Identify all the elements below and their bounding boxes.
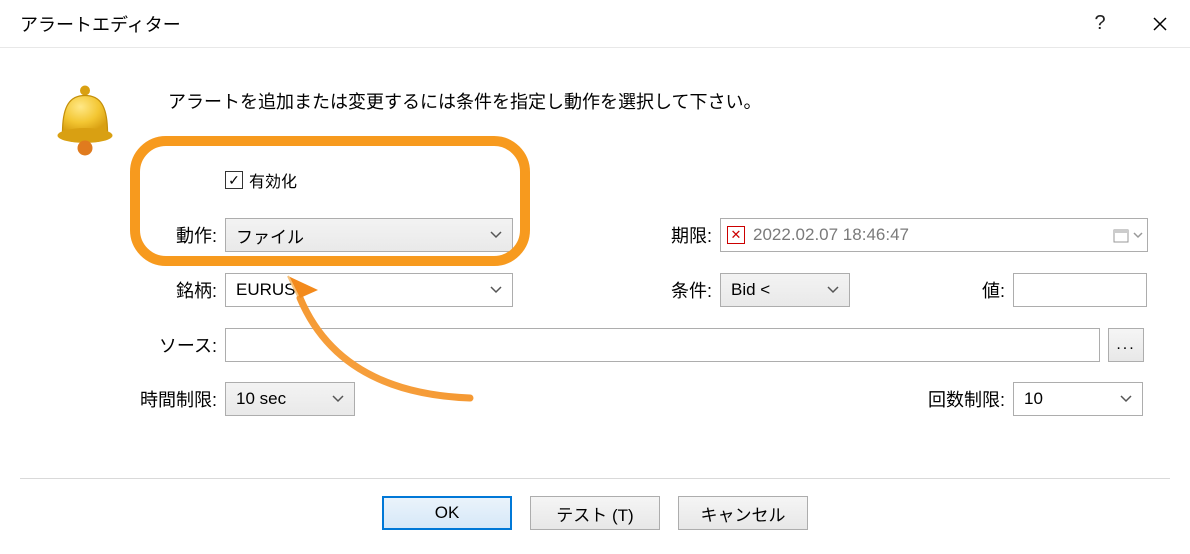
close-icon — [1152, 16, 1168, 32]
action-label: 動作: — [125, 222, 217, 248]
enable-checkbox[interactable]: ✓ — [225, 171, 243, 189]
chevron-down-icon — [490, 231, 502, 239]
chevron-down-icon — [490, 286, 502, 294]
timeout-label: 時間制限: — [105, 386, 217, 412]
titlebar: アラートエディター ? — [0, 0, 1190, 48]
source-label: ソース: — [125, 332, 217, 358]
close-button[interactable] — [1130, 0, 1190, 48]
condition-label: 条件: — [620, 277, 712, 303]
maxiter-label: 回数制限: — [875, 386, 1005, 412]
timeout-value: 10 sec — [236, 389, 286, 409]
window-title: アラートエディター — [20, 11, 1070, 37]
expiry-label: 期限: — [620, 222, 712, 248]
bell-icon — [45, 78, 125, 158]
symbol-value: EURUSD — [236, 280, 308, 300]
browse-button[interactable]: ... — [1108, 328, 1144, 362]
help-button[interactable]: ? — [1070, 0, 1130, 48]
value-label: 値: — [945, 277, 1005, 303]
instruction-text: アラートを追加または変更するには条件を指定し動作を選択して下さい。 — [168, 88, 761, 114]
chevron-down-icon — [1120, 395, 1132, 403]
chevron-down-icon — [332, 395, 344, 403]
action-value: ファイル — [236, 223, 304, 248]
enable-label: 有効化 — [249, 168, 297, 192]
symbol-label: 銘柄: — [125, 277, 217, 303]
symbol-select[interactable]: EURUSD — [225, 273, 513, 307]
enable-checkbox-row: ✓ 有効化 — [225, 168, 297, 192]
calendar-dropdown-icon[interactable] — [1101, 227, 1143, 243]
timeout-select[interactable]: 10 sec — [225, 382, 355, 416]
ok-button[interactable]: OK — [382, 496, 512, 530]
chevron-down-icon — [827, 286, 839, 294]
dialog-buttons: OK テスト (T) キャンセル — [0, 496, 1190, 530]
maxiter-value: 10 — [1024, 389, 1043, 409]
expiry-value: 2022.02.07 18:46:47 — [753, 225, 909, 245]
test-button[interactable]: テスト (T) — [530, 496, 660, 530]
dialog-content: アラートを追加または変更するには条件を指定し動作を選択して下さい。 ✓ 有効化 … — [0, 48, 1190, 478]
value-input[interactable] — [1013, 273, 1147, 307]
condition-value: Bid < — [731, 280, 770, 300]
cancel-button[interactable]: キャンセル — [678, 496, 808, 530]
expiry-field[interactable]: ✕ 2022.02.07 18:46:47 — [720, 218, 1148, 252]
maxiter-select[interactable]: 10 — [1013, 382, 1143, 416]
action-select[interactable]: ファイル — [225, 218, 513, 252]
separator — [20, 478, 1170, 479]
condition-select[interactable]: Bid < — [720, 273, 850, 307]
clear-date-icon[interactable]: ✕ — [727, 226, 745, 244]
source-input[interactable] — [225, 328, 1100, 362]
